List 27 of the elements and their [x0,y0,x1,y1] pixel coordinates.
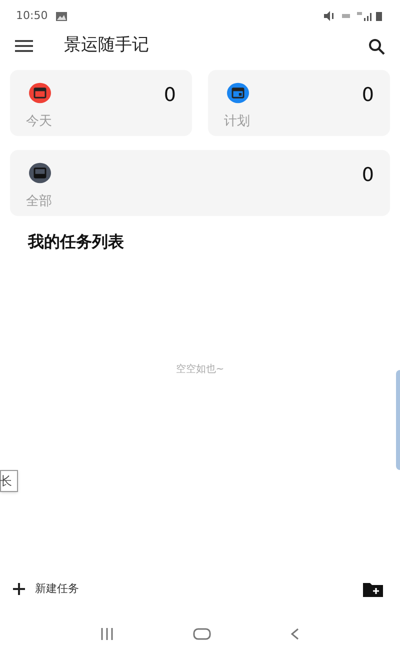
count: 0 [362,86,374,105]
section-title: 我的任务列表 [28,231,124,253]
scroll-handle[interactable] [396,370,400,470]
status-icons [324,11,384,21]
clock: 10:50 [16,8,48,24]
home-icon[interactable] [192,628,211,640]
plus-icon [13,583,25,595]
image-icon [56,12,67,20]
card-label: 计划 [224,115,251,128]
new-folder-button[interactable] [363,582,383,596]
recent-apps-icon[interactable] [100,628,114,640]
card-label: 今天 [26,115,53,128]
new-task-button[interactable]: 新建任务 [13,580,79,598]
app-title: 景运随手记 [64,34,149,58]
tab-label: 长 [0,475,12,487]
category-card[interactable]: 0 今天 [10,70,192,136]
back-icon[interactable] [290,628,300,640]
floating-tab[interactable]: 长 [0,470,18,492]
search-icon [368,38,384,54]
category-card[interactable]: 0 计划 [208,70,390,136]
folder-plus-icon [363,582,383,596]
menu-icon [15,40,33,52]
count: 0 [362,166,374,185]
category-card[interactable]: 0 全部 [10,150,390,216]
empty-message: 空空如也~ [176,362,224,377]
card-label: 全部 [26,195,53,208]
count: 0 [164,86,176,105]
